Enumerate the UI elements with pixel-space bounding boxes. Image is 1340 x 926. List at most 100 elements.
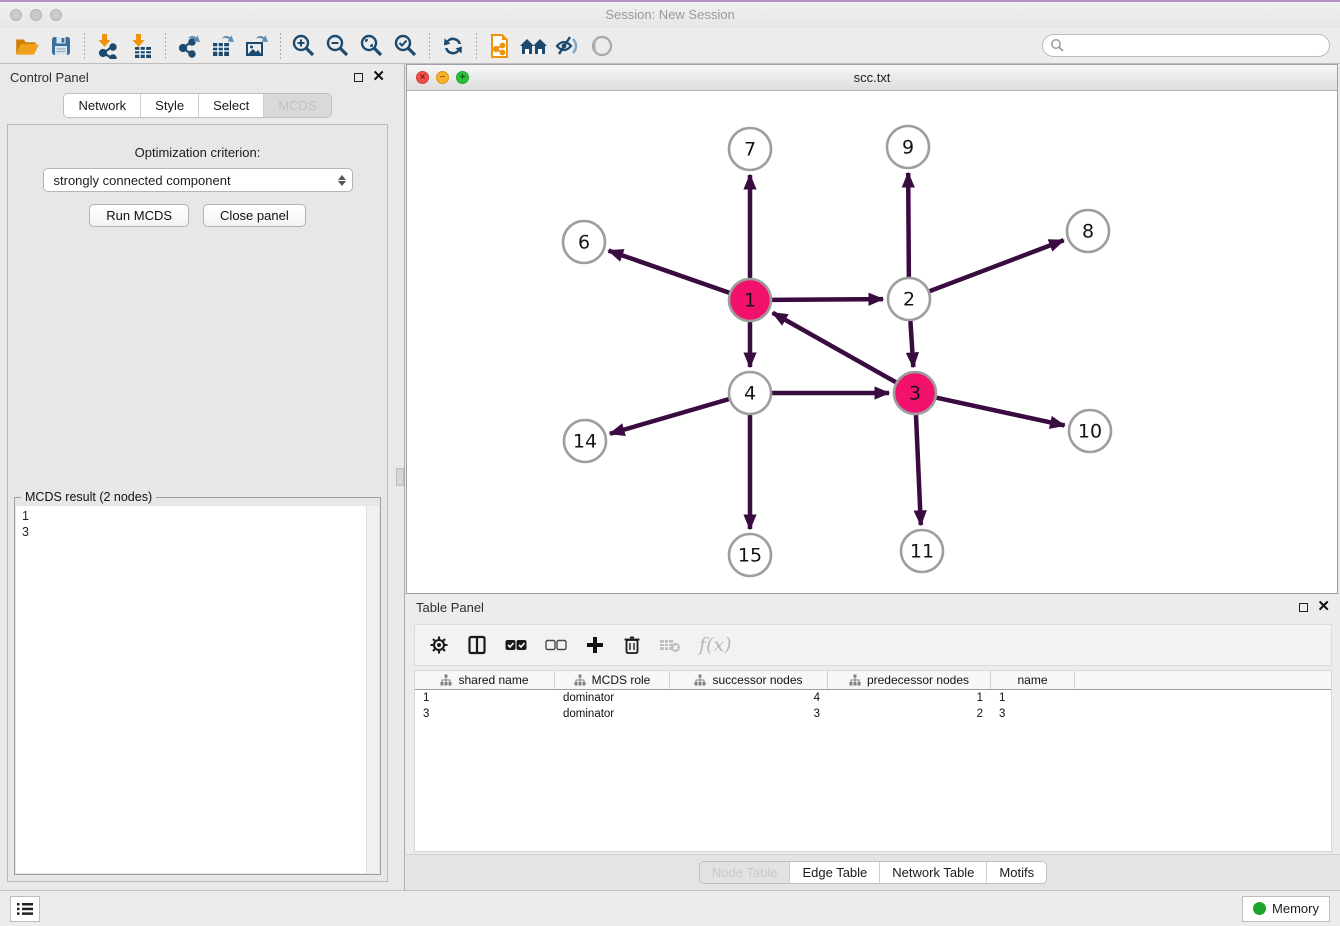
deselect-all-columns-button[interactable]	[545, 639, 567, 651]
column-header-successor-nodes[interactable]: successor nodes	[670, 671, 828, 689]
graph-node-11[interactable]: 11	[901, 530, 943, 572]
zoom-in-button[interactable]	[287, 31, 321, 61]
table-cell[interactable]: 3	[415, 708, 555, 720]
graph-node-8[interactable]: 8	[1067, 210, 1109, 252]
delete-table-button-disabled	[659, 637, 681, 653]
console-button[interactable]	[10, 896, 40, 922]
tab-motifs[interactable]: Motifs	[987, 862, 1046, 883]
close-table-panel-icon[interactable]: ✕	[1317, 602, 1330, 612]
splitter-grip[interactable]	[396, 468, 404, 486]
graph-node-15[interactable]: 15	[729, 534, 771, 576]
select-all-columns-button[interactable]	[505, 639, 527, 651]
close-view-icon[interactable]: ×	[416, 71, 429, 84]
float-table-panel-icon[interactable]	[1299, 603, 1308, 612]
table-cell[interactable]: 3	[991, 708, 1075, 720]
graph-node-9[interactable]: 9	[887, 126, 929, 168]
tab-edge-table[interactable]: Edge Table	[790, 862, 880, 883]
column-header-name[interactable]: name	[991, 671, 1075, 689]
tab-node-table[interactable]: Node Table	[700, 862, 791, 883]
zoom-out-button[interactable]	[321, 31, 355, 61]
graph-edge-3-1[interactable]	[773, 313, 896, 382]
mcds-result-textarea[interactable]: 13	[16, 506, 379, 873]
tab-mcds[interactable]: MCDS	[264, 94, 330, 117]
create-column-button[interactable]	[585, 635, 605, 655]
float-panel-icon[interactable]	[354, 73, 363, 82]
tab-network-table[interactable]: Network Table	[880, 862, 987, 883]
import-network-button[interactable]	[91, 31, 125, 61]
graph-edge-4-14[interactable]	[610, 399, 729, 434]
column-header-predecessor-nodes[interactable]: predecessor nodes	[828, 671, 991, 689]
table-cell[interactable]: 1	[828, 692, 991, 704]
clone-network-button[interactable]	[483, 31, 517, 61]
graph-node-4[interactable]: 4	[729, 372, 771, 414]
graph-edge-1-2[interactable]	[772, 299, 883, 300]
column-header-shared-name[interactable]: shared name	[415, 671, 555, 689]
graph-node-2[interactable]: 2	[888, 278, 930, 320]
graph-node-14[interactable]: 14	[564, 420, 606, 462]
graph-edge-2-3[interactable]	[910, 321, 913, 367]
close-panel-icon[interactable]: ✕	[372, 72, 385, 82]
run-mcds-button[interactable]: Run MCDS	[89, 204, 189, 227]
column-header-mcds-role[interactable]: MCDS role	[555, 671, 670, 689]
graph-node-10[interactable]: 10	[1069, 410, 1111, 452]
result-scrollbar[interactable]	[366, 506, 379, 873]
table-cell[interactable]: dominator	[555, 708, 670, 720]
open-session-button[interactable]	[10, 31, 44, 61]
show-hidden-button[interactable]	[585, 31, 619, 61]
table-cell[interactable]: 1	[415, 692, 555, 704]
search-input[interactable]	[1042, 34, 1330, 57]
tab-select[interactable]: Select	[199, 94, 264, 117]
close-panel-button[interactable]: Close panel	[203, 204, 306, 227]
maximize-view-icon[interactable]: +	[456, 71, 469, 84]
control-panel-header: Control Panel ✕	[0, 64, 395, 90]
table-row[interactable]: 1dominator411	[415, 690, 1331, 706]
mcds-result-title: MCDS result (2 nodes)	[21, 490, 156, 504]
save-disk-icon	[49, 34, 73, 58]
table-tabstrip: Node TableEdge TableNetwork TableMotifs	[699, 861, 1047, 884]
export-network-button[interactable]	[172, 31, 206, 61]
memory-button[interactable]: Memory	[1242, 896, 1330, 922]
table-cell[interactable]: 2	[828, 708, 991, 720]
graph-node-3[interactable]: 3	[894, 372, 936, 414]
plus-icon	[585, 635, 605, 655]
graph-edge-3-11[interactable]	[916, 415, 921, 525]
graph-node-1[interactable]: 1	[729, 279, 771, 321]
table-cell[interactable]: 4	[670, 692, 828, 704]
import-table-button[interactable]	[125, 31, 159, 61]
graph-node-7[interactable]: 7	[729, 128, 771, 170]
show-columns-button[interactable]	[467, 635, 487, 655]
graph-edge-2-9[interactable]	[908, 173, 909, 277]
graph-node-6[interactable]: 6	[563, 221, 605, 263]
table-options-button[interactable]	[429, 635, 449, 655]
export-image-button[interactable]	[240, 31, 274, 61]
criterion-select[interactable]: strongly connected component	[43, 168, 353, 192]
result-line: 1	[22, 508, 379, 524]
delete-column-button[interactable]	[623, 635, 641, 655]
table-cell[interactable]: 3	[670, 708, 828, 720]
graph-edge-3-10[interactable]	[936, 398, 1064, 426]
columns-icon	[467, 635, 487, 655]
table-tabs-bar: Node TableEdge TableNetwork TableMotifs	[406, 854, 1340, 890]
minimize-view-icon[interactable]: −	[436, 71, 449, 84]
graph-edge-2-8[interactable]	[930, 240, 1064, 291]
network-canvas[interactable]: 7 9 6 8 1 2 4 3 14 10 15 11	[407, 91, 1337, 593]
network-window-titlebar[interactable]: × − + scc.txt	[407, 65, 1337, 91]
zoom-fit-button[interactable]	[355, 31, 389, 61]
export-table-button[interactable]	[206, 31, 240, 61]
save-session-button[interactable]	[44, 31, 78, 61]
tab-network[interactable]: Network	[64, 94, 141, 117]
panel-splitter[interactable]	[395, 64, 405, 890]
tab-style[interactable]: Style	[141, 94, 199, 117]
control-panel-tabstrip: NetworkStyleSelectMCDS	[63, 93, 331, 118]
table-cell[interactable]: 1	[991, 692, 1075, 704]
zoom-selected-button[interactable]	[389, 31, 423, 61]
node-table: shared nameMCDS rolesuccessor nodesprede…	[414, 670, 1332, 852]
table-cell[interactable]: dominator	[555, 692, 670, 704]
hide-show-button[interactable]	[551, 31, 585, 61]
first-neighbors-button[interactable]	[517, 31, 551, 61]
table-row[interactable]: 3dominator323	[415, 706, 1331, 722]
zoom-out-icon	[325, 33, 351, 59]
toolbar-separator	[476, 33, 477, 59]
apply-layout-button[interactable]	[436, 31, 470, 61]
graph-edge-1-6[interactable]	[609, 251, 730, 293]
